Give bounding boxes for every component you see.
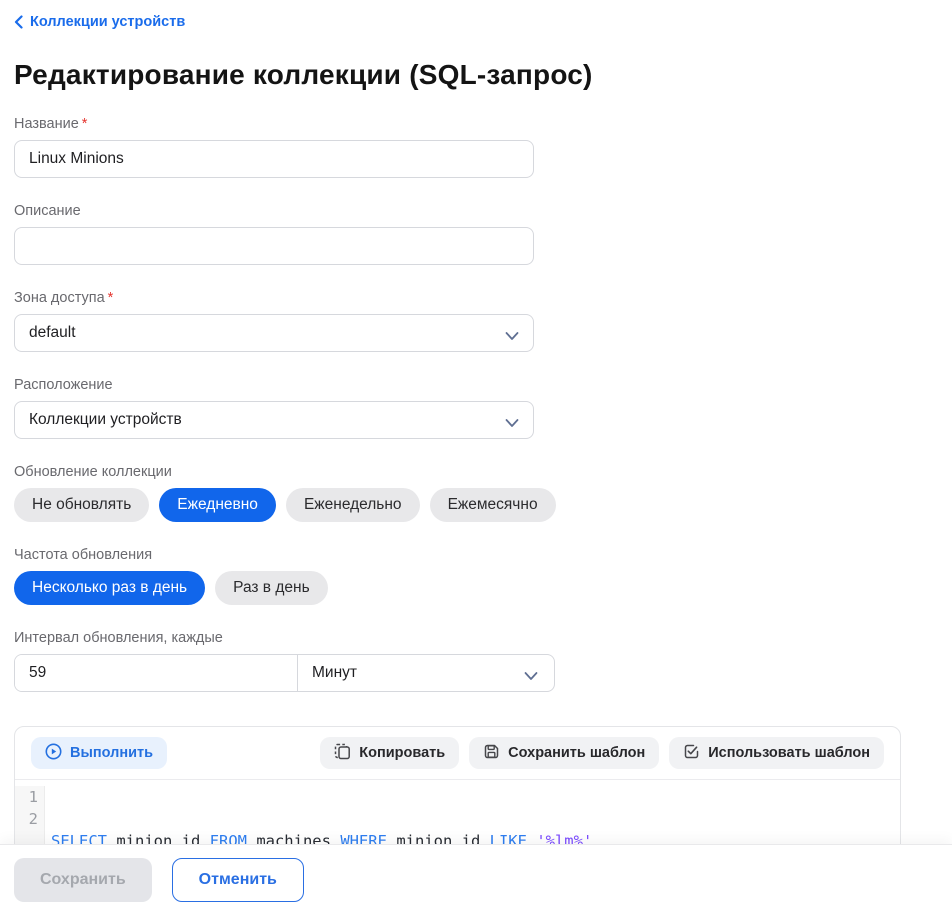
line-number: 1: [15, 786, 38, 808]
run-query-button[interactable]: Выполнить: [31, 737, 167, 769]
access-zone-label: Зона доступа*: [14, 290, 534, 306]
interval-input[interactable]: [15, 655, 298, 691]
location-label: Расположение: [14, 377, 534, 393]
run-query-label: Выполнить: [70, 745, 153, 761]
interval-group: Минут: [14, 654, 555, 692]
sql-toolbar: Выполнить Копировать Сохранить шаблон: [15, 727, 900, 780]
description-field: Описание: [14, 203, 534, 265]
interval-field: Интервал обновления, каждые Минут: [14, 630, 938, 692]
save-button[interactable]: Сохранить: [14, 858, 152, 902]
pill-monthly[interactable]: Ежемесячно: [430, 488, 556, 522]
access-zone-field: Зона доступа* default: [14, 290, 534, 352]
description-input[interactable]: [14, 227, 534, 265]
interval-unit-select[interactable]: Минут: [298, 655, 554, 691]
pill-several-times-a-day[interactable]: Несколько раз в день: [14, 571, 205, 605]
copy-button[interactable]: Копировать: [320, 737, 459, 769]
save-template-button[interactable]: Сохранить шаблон: [469, 737, 659, 769]
save-template-label: Сохранить шаблон: [508, 745, 645, 761]
chevron-left-icon: [14, 15, 23, 29]
location-field: Расположение Коллекции устройств: [14, 377, 534, 439]
chevron-down-icon: [505, 415, 519, 433]
chevron-down-icon: [505, 328, 519, 346]
location-select[interactable]: Коллекции устройств: [14, 401, 534, 439]
copy-label: Копировать: [359, 745, 445, 761]
apply-template-check-icon: [683, 743, 700, 764]
location-value: Коллекции устройств: [29, 411, 182, 429]
toolbar-right-group: Копировать Сохранить шаблон Использовать…: [320, 737, 884, 769]
required-asterisk: *: [108, 290, 114, 306]
line-number: 2: [15, 808, 38, 830]
page-title: Редактирование коллекции (SQL-запрос): [14, 59, 938, 91]
pill-once-a-day[interactable]: Раз в день: [215, 571, 328, 605]
edit-collection-page: Коллекции устройств Редактирование колле…: [0, 0, 952, 866]
chevron-down-icon: [524, 668, 538, 686]
use-template-label: Использовать шаблон: [708, 745, 870, 761]
refresh-field: Обновление коллекции Не обновлять Ежедне…: [14, 464, 938, 522]
frequency-pill-group: Несколько раз в день Раз в день: [14, 571, 938, 605]
back-link-label: Коллекции устройств: [30, 14, 185, 30]
frequency-label: Частота обновления: [14, 547, 938, 563]
frequency-field: Частота обновления Несколько раз в день …: [14, 547, 938, 605]
back-link[interactable]: Коллекции устройств: [14, 14, 185, 30]
interval-unit-value: Минут: [312, 664, 357, 682]
copy-icon: [334, 743, 351, 764]
name-field: Название*: [14, 116, 534, 178]
footer-action-bar: Сохранить Отменить: [0, 845, 952, 915]
pill-no-refresh[interactable]: Не обновлять: [14, 488, 149, 522]
pill-daily[interactable]: Ежедневно: [159, 488, 276, 522]
use-template-button[interactable]: Использовать шаблон: [669, 737, 884, 769]
refresh-label: Обновление коллекции: [14, 464, 938, 480]
play-circle-icon: [45, 743, 62, 764]
floppy-save-icon: [483, 743, 500, 764]
pill-weekly[interactable]: Еженедельно: [286, 488, 420, 522]
cancel-button[interactable]: Отменить: [172, 858, 304, 902]
access-zone-value: default: [29, 324, 76, 342]
description-label: Описание: [14, 203, 534, 219]
interval-label: Интервал обновления, каждые: [14, 630, 938, 646]
required-asterisk: *: [82, 116, 88, 132]
name-label: Название*: [14, 116, 534, 132]
access-zone-select[interactable]: default: [14, 314, 534, 352]
refresh-pill-group: Не обновлять Ежедневно Еженедельно Ежеме…: [14, 488, 938, 522]
name-input[interactable]: [14, 140, 534, 178]
